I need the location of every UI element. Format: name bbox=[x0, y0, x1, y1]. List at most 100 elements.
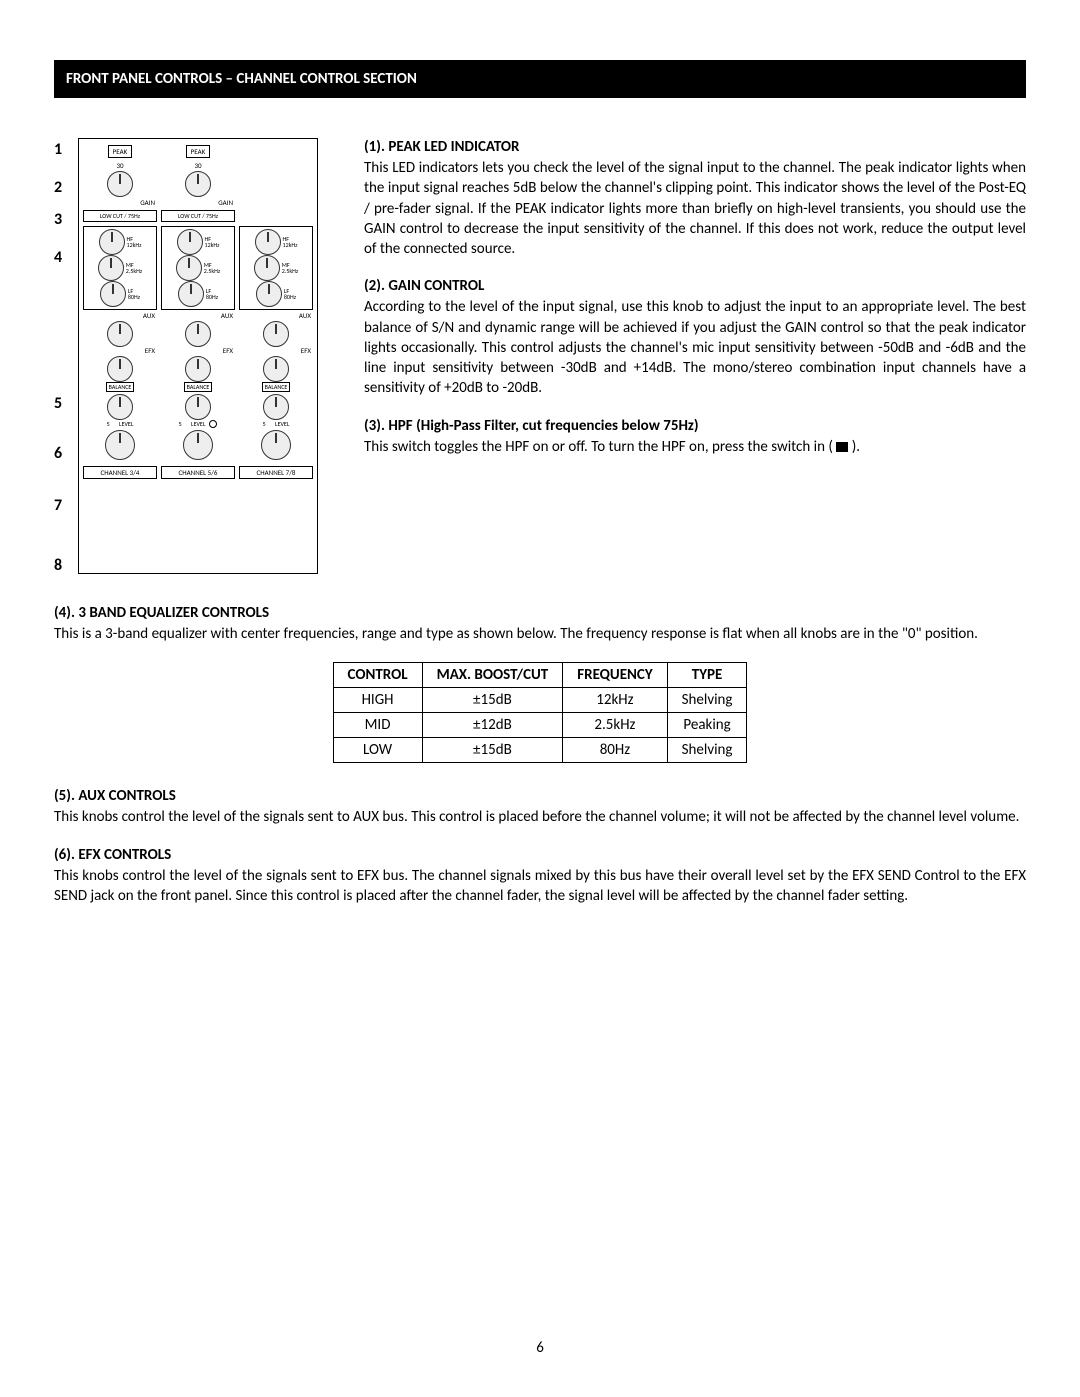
peak-led: PEAK bbox=[108, 145, 133, 158]
cell: LOW bbox=[333, 738, 422, 763]
mf-freq: 2.5kHz bbox=[282, 267, 298, 275]
cell: Shelving bbox=[667, 688, 747, 713]
hf-knob bbox=[99, 229, 125, 255]
channel-label-56: CHANNEL 5/6 bbox=[161, 466, 235, 479]
level-knob bbox=[105, 430, 135, 460]
efx-label: EFX bbox=[83, 347, 157, 354]
hf-freq: 12kHz bbox=[283, 241, 298, 249]
gain-max-label: 30 bbox=[116, 162, 123, 169]
th-control: CONTROL bbox=[333, 663, 422, 688]
lowcut-switch: LOW CUT / 75Hz bbox=[161, 210, 235, 222]
page-number: 6 bbox=[0, 1339, 1080, 1357]
cell: 80Hz bbox=[563, 738, 667, 763]
cell: Peaking bbox=[667, 713, 747, 738]
aux-label: AUX bbox=[161, 312, 235, 319]
aux-label: AUX bbox=[239, 312, 313, 319]
mf-knob bbox=[176, 255, 202, 281]
mixer-panel: PEAK 30 GAIN LOW CUT / 75Hz PEAK 30 GAIN… bbox=[78, 138, 318, 574]
eq-strip-56: HF12kHz MF2.5kHz LF80Hz bbox=[161, 224, 235, 312]
table-header-row: CONTROL MAX. BOOST/CUT FREQUENCY TYPE bbox=[333, 663, 747, 688]
mf-freq: 2.5kHz bbox=[204, 267, 220, 275]
strip-56-top: PEAK 30 GAIN LOW CUT / 75Hz bbox=[161, 145, 235, 224]
th-type: TYPE bbox=[667, 663, 747, 688]
callout-8: 8 bbox=[54, 558, 70, 574]
eq-row: HF12kHz MF2.5kHz LF80Hz HF12kHz MF2.5kHz… bbox=[83, 224, 313, 312]
section-2-body: According to the level of the input sign… bbox=[364, 297, 1026, 398]
lf-knob bbox=[256, 281, 282, 307]
aux-knob bbox=[185, 321, 211, 347]
section-3-heading: (3). HPF (High-Pass Filter, cut frequenc… bbox=[364, 417, 1026, 435]
gain-label: GAIN bbox=[83, 199, 157, 206]
section-5-body: This knobs control the level of the sign… bbox=[54, 807, 1026, 827]
callout-2: 2 bbox=[54, 180, 70, 196]
diagram-column: 1 2 3 4 5 6 7 8 PEAK 30 GAIN bbox=[54, 138, 334, 574]
section-2-heading: (2). GAIN CONTROL bbox=[364, 277, 1026, 295]
balance-label: BALANCE bbox=[184, 382, 213, 392]
efx-knob bbox=[263, 356, 289, 382]
callout-3: 3 bbox=[54, 212, 70, 228]
hf-freq: 12kHz bbox=[127, 241, 142, 249]
lf-freq: 80Hz bbox=[284, 293, 296, 301]
balance-label: BALANCE bbox=[262, 382, 291, 392]
cell: 12kHz bbox=[563, 688, 667, 713]
efx-row: EFX EFX EFX bbox=[83, 347, 313, 382]
aux-knob bbox=[263, 321, 289, 347]
cell: ±12dB bbox=[422, 713, 563, 738]
cell: ±15dB bbox=[422, 688, 563, 713]
gain-label: GAIN bbox=[161, 199, 235, 206]
cell: HIGH bbox=[333, 688, 422, 713]
mf-knob bbox=[98, 255, 124, 281]
strip-34-top: PEAK 30 GAIN LOW CUT / 75Hz bbox=[83, 145, 157, 224]
section-6: (6). EFX CONTROLS This knobs control the… bbox=[54, 846, 1026, 907]
section-5: (5). AUX CONTROLS This knobs control the… bbox=[54, 787, 1026, 827]
balance-row: BALANCE BALANCE BALANCE bbox=[83, 382, 313, 420]
hf-freq: 12kHz bbox=[205, 241, 220, 249]
level-knob bbox=[261, 430, 291, 460]
section-4: (4). 3 BAND EQUALIZER CONTROLS This is a… bbox=[54, 604, 1026, 644]
lf-knob bbox=[178, 281, 204, 307]
section-4-body: This is a 3-band equalizer with center f… bbox=[54, 624, 1026, 644]
level-row: 5 LEVEL CHANNEL 3/4 5 LEVEL CHANNEL 5/6 … bbox=[83, 420, 313, 479]
section-3: (3). HPF (High-Pass Filter, cut frequenc… bbox=[364, 417, 1026, 457]
mf-freq: 2.5kHz bbox=[126, 267, 142, 275]
cell: ±15dB bbox=[422, 738, 563, 763]
section-1-heading: (1). PEAK LED INDICATOR bbox=[364, 138, 1026, 156]
section-3-prefix: This switch toggles the HPF on or off. T… bbox=[364, 438, 836, 456]
callout-6: 6 bbox=[54, 446, 70, 462]
balance-knob bbox=[185, 394, 211, 420]
headphone-icon bbox=[209, 420, 217, 428]
efx-label: EFX bbox=[239, 347, 313, 354]
section-1: (1). PEAK LED INDICATOR This LED indicat… bbox=[364, 138, 1026, 259]
balance-knob bbox=[107, 394, 133, 420]
table-row: MID ±12dB 2.5kHz Peaking bbox=[333, 713, 747, 738]
gain-knob bbox=[185, 171, 211, 197]
th-boost: MAX. BOOST/CUT bbox=[422, 663, 563, 688]
table-row: HIGH ±15dB 12kHz Shelving bbox=[333, 688, 747, 713]
level-label: LEVEL bbox=[119, 420, 133, 428]
efx-knob bbox=[107, 356, 133, 382]
eq-strip-34: HF12kHz MF2.5kHz LF80Hz bbox=[83, 224, 157, 312]
level-mid: 5 bbox=[263, 420, 266, 428]
efx-label: EFX bbox=[161, 347, 235, 354]
panel-diagram: 1 2 3 4 5 6 7 8 PEAK 30 GAIN bbox=[54, 138, 334, 574]
balance-knob bbox=[263, 394, 289, 420]
eq-strip-78: HF12kHz MF2.5kHz LF80Hz bbox=[239, 224, 313, 312]
callout-1: 1 bbox=[54, 142, 70, 158]
level-label: LEVEL bbox=[191, 420, 205, 428]
page-header-bar: FRONT PANEL CONTROLS – CHANNEL CONTROL S… bbox=[54, 60, 1026, 98]
efx-knob bbox=[185, 356, 211, 382]
text-column: (1). PEAK LED INDICATOR This LED indicat… bbox=[364, 138, 1026, 574]
level-mid: 5 bbox=[107, 420, 110, 428]
gain-max-label: 30 bbox=[194, 162, 201, 169]
lf-freq: 80Hz bbox=[206, 293, 218, 301]
top-row: 1 2 3 4 5 6 7 8 PEAK 30 GAIN bbox=[54, 138, 1026, 574]
section-4-heading: (4). 3 BAND EQUALIZER CONTROLS bbox=[54, 604, 1026, 622]
hf-knob bbox=[177, 229, 203, 255]
section-3-body: This switch toggles the HPF on or off. T… bbox=[364, 437, 1026, 457]
hf-knob bbox=[255, 229, 281, 255]
section-5-heading: (5). AUX CONTROLS bbox=[54, 787, 1026, 805]
aux-label: AUX bbox=[83, 312, 157, 319]
mf-knob bbox=[254, 255, 280, 281]
lf-freq: 80Hz bbox=[128, 293, 140, 301]
callout-4: 4 bbox=[54, 250, 70, 266]
